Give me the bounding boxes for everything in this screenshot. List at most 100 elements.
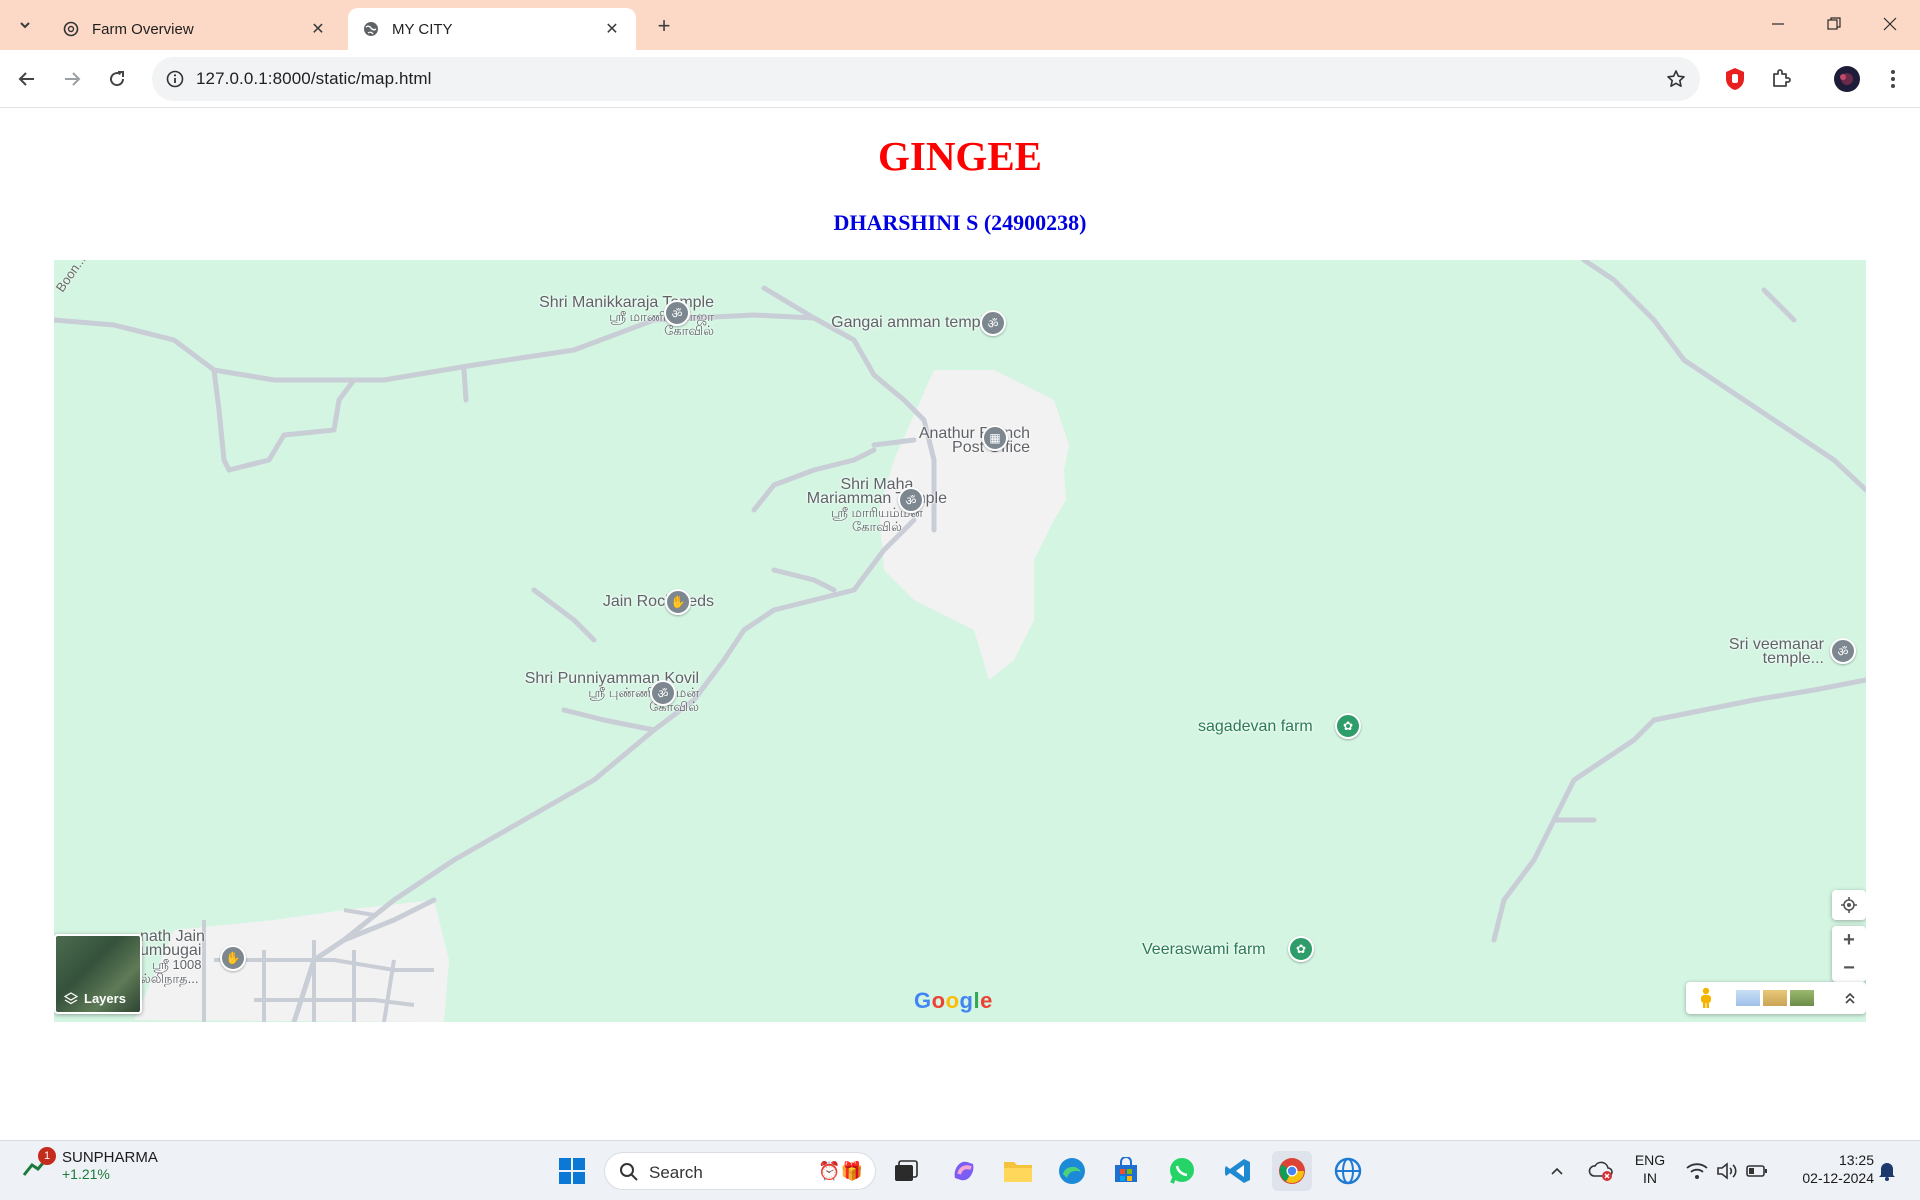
menu-kebab-icon[interactable] <box>1876 62 1910 96</box>
tab-close-icon[interactable]: ✕ <box>308 19 328 39</box>
bookmark-star-icon[interactable] <box>1664 67 1688 91</box>
tab-title: Farm Overview <box>92 20 194 38</box>
extensions-puzzle-icon[interactable] <box>1764 62 1798 96</box>
language-indicator[interactable]: ENG IN <box>1630 1151 1670 1187</box>
poi-anathur-post-office[interactable]: Anathur Branch Post Office <box>919 426 1030 456</box>
poi-jain-temple-partial[interactable]: nath Jain umbugai ஸ்ரீ 1008 ல்லிநாத... <box>140 929 205 986</box>
chrome-icon[interactable] <box>1272 1151 1312 1191</box>
temple-pin-icon[interactable]: ॐ <box>1830 638 1856 664</box>
tab-search-dropdown-icon[interactable] <box>10 10 40 40</box>
tab-close-icon[interactable]: ✕ <box>602 19 622 39</box>
volume-icon[interactable] <box>1712 1151 1742 1191</box>
tab-farm-overview[interactable]: Farm Overview ✕ <box>48 8 342 50</box>
globe-favicon-icon <box>362 20 380 38</box>
temple-pin-icon[interactable]: ॐ <box>650 680 676 706</box>
farm-label-veeraswami[interactable]: Veeraswami farm <box>1142 941 1266 959</box>
temple-pin-icon[interactable]: ॐ <box>980 310 1006 336</box>
clock-time: 13:25 <box>1838 1152 1874 1168</box>
copilot-icon[interactable] <box>944 1151 984 1191</box>
edge-browser-icon[interactable] <box>1052 1151 1092 1191</box>
file-explorer-icon[interactable] <box>998 1151 1038 1191</box>
temple-pin-icon[interactable]: ॐ <box>664 300 690 326</box>
post-office-pin-icon[interactable]: ▦ <box>982 425 1008 451</box>
url-text[interactable]: 127.0.0.1:8000/static/map.html <box>196 69 431 89</box>
battery-icon[interactable] <box>1742 1151 1772 1191</box>
temple-pin-icon[interactable]: ॐ <box>898 487 924 513</box>
vscode-icon[interactable] <box>1218 1151 1258 1191</box>
tab-title: MY CITY <box>392 20 453 38</box>
microsoft-store-icon[interactable] <box>1106 1151 1146 1191</box>
landmark-pin-icon[interactable]: ✋ <box>665 589 691 615</box>
google-logo: Google <box>914 988 993 1013</box>
farm-pin-icon[interactable]: ✿ <box>1335 713 1361 739</box>
map-type-thumbnails[interactable] <box>1736 990 1814 1006</box>
poi-tamil-name-2: கோவில் <box>664 323 714 338</box>
poi-name: Gangai amman temple <box>831 314 993 331</box>
zoom-out-button[interactable]: − <box>1843 954 1855 982</box>
stock-change: +1.21% <box>62 1166 110 1182</box>
clock-date: 02-12-2024 <box>1802 1170 1874 1186</box>
address-bar[interactable]: 127.0.0.1:8000/static/map.html <box>152 57 1700 101</box>
tab-my-city[interactable]: MY CITY ✕ <box>348 8 636 50</box>
zoom-in-button[interactable]: + <box>1843 926 1855 954</box>
browser-toolbar: 127.0.0.1:8000/static/map.html <box>0 50 1920 108</box>
notification-bell-icon[interactable] <box>1872 1151 1902 1191</box>
site-info-icon[interactable] <box>162 66 188 92</box>
poi-shri-maha-mariamman-temple[interactable]: Shri Maha Mariamman Temple ஸ்ரீ மாரியம்ம… <box>806 477 947 534</box>
poi-tamil-name: ஸ்ரீ 1008 <box>152 957 202 972</box>
layers-icon <box>64 991 78 1004</box>
page-subtitle: DHARSHINI S (24900238) <box>833 210 1087 235</box>
new-tab-plus-icon[interactable]: + <box>650 12 678 40</box>
search-label: Search <box>649 1163 703 1182</box>
stock-widget[interactable]: 1 SUNPHARMA +1.21% <box>22 1147 158 1182</box>
back-arrow-icon[interactable] <box>10 62 44 96</box>
map-roads <box>54 260 1866 1022</box>
openai-favicon-icon <box>62 20 80 38</box>
map-bottom-controls <box>1686 982 1866 1014</box>
task-view-icon[interactable] <box>886 1151 926 1191</box>
farm-label-sagadevan[interactable]: sagadevan farm <box>1198 718 1313 736</box>
expand-chevron-icon[interactable] <box>1840 988 1860 1008</box>
globe-app-icon[interactable] <box>1328 1151 1368 1191</box>
poi-tamil-name-2: கோவில் <box>851 519 902 534</box>
restore-icon[interactable] <box>1806 0 1862 48</box>
search-icon <box>620 1163 638 1181</box>
taskbar-search-box[interactable]: Search ⏰🎁 <box>604 1152 876 1190</box>
windows-taskbar: 1 SUNPHARMA +1.21% Search ⏰🎁 ENG IN 13:2… <box>0 1140 1920 1200</box>
poi-name: Jain Rock Beds <box>602 593 714 610</box>
my-location-button[interactable] <box>1832 890 1866 920</box>
location-target-icon <box>1841 897 1857 913</box>
landmark-pin-icon[interactable]: ✋ <box>220 945 246 971</box>
wifi-icon[interactable] <box>1682 1151 1712 1191</box>
poi-gangai-amman-temple[interactable]: Gangai amman temple <box>831 314 993 331</box>
adblock-extension-icon[interactable] <box>1718 62 1752 96</box>
map-canvas[interactable]: Boon... Shri Manikkaraja Temple ஸ்ரீ மாண… <box>54 260 1866 1022</box>
poi-name-line2: Mariamman Temple <box>806 490 947 507</box>
clock[interactable]: 13:25 02-12-2024 <box>1778 1151 1874 1187</box>
farm-pin-icon[interactable]: ✿ <box>1288 936 1314 962</box>
poi-tamil-name-2: கோவில் <box>649 699 699 714</box>
poi-sri-veemanar-temple[interactable]: Sri veemanar temple... <box>1729 637 1824 667</box>
onedrive-error-icon[interactable] <box>1584 1151 1618 1191</box>
pegman-icon[interactable] <box>1694 986 1718 1010</box>
reload-icon[interactable] <box>100 62 134 96</box>
page-title: GINGEE <box>877 133 1043 179</box>
notification-badge: 1 <box>38 1147 56 1165</box>
poi-jain-rock-beds[interactable]: Jain Rock Beds <box>602 593 714 610</box>
close-window-icon[interactable] <box>1862 0 1918 48</box>
poi-tamil-name: ஸ்ரீ மாரியம்மன் <box>830 505 923 520</box>
forward-arrow-icon[interactable] <box>55 62 89 96</box>
poi-name-line2: Post Office <box>952 439 1030 456</box>
poi-name-line2: umbugai <box>140 942 202 959</box>
windows-start-icon[interactable] <box>552 1151 592 1191</box>
layers-label: Layers <box>84 991 126 1006</box>
tab-strip: Farm Overview ✕ MY CITY ✕ + <box>0 0 1920 50</box>
whatsapp-icon[interactable] <box>1162 1151 1202 1191</box>
poi-tamil-name-2: ல்லிநாத... <box>140 971 199 986</box>
chevron-up-icon[interactable] <box>1542 1151 1572 1191</box>
region-code: IN <box>1643 1170 1657 1186</box>
search-highlight-icon: ⏰🎁 <box>818 1161 863 1181</box>
minimize-icon[interactable] <box>1750 0 1806 48</box>
profile-avatar[interactable] <box>1830 62 1864 96</box>
layers-button[interactable]: Layers <box>54 934 142 1014</box>
